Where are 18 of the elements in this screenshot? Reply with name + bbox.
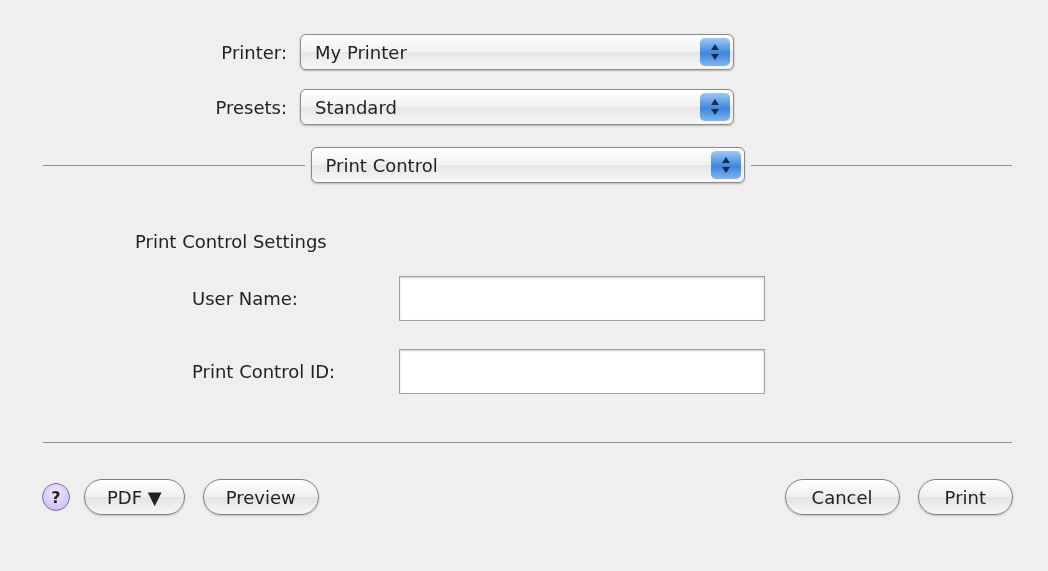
popup-label: Presets: xyxy=(214,96,288,118)
panel-popup-button[interactable]: Print Control xyxy=(310,147,745,183)
dialog-button[interactable]: PDF ▼ xyxy=(84,479,185,515)
dialog-button[interactable]: Print xyxy=(917,479,1013,515)
stepper-icon xyxy=(710,151,741,179)
stepper-icon xyxy=(700,93,730,121)
popup-button[interactable]: My Printer xyxy=(300,34,734,70)
section-title: Print Control Settings xyxy=(135,231,328,252)
stepper-icon xyxy=(700,38,730,66)
field-label: User Name: xyxy=(192,288,299,309)
dialog-button[interactable]: Preview xyxy=(202,479,319,515)
dialog-button[interactable]: Cancel xyxy=(784,479,900,515)
input-field[interactable] xyxy=(399,349,765,394)
field-label: Print Control ID: xyxy=(192,361,337,382)
help-button[interactable]: ? xyxy=(42,483,70,511)
popup-button[interactable]: Standard xyxy=(300,89,734,125)
popup-label: Printer: xyxy=(220,41,288,63)
input-field[interactable] xyxy=(399,276,765,321)
